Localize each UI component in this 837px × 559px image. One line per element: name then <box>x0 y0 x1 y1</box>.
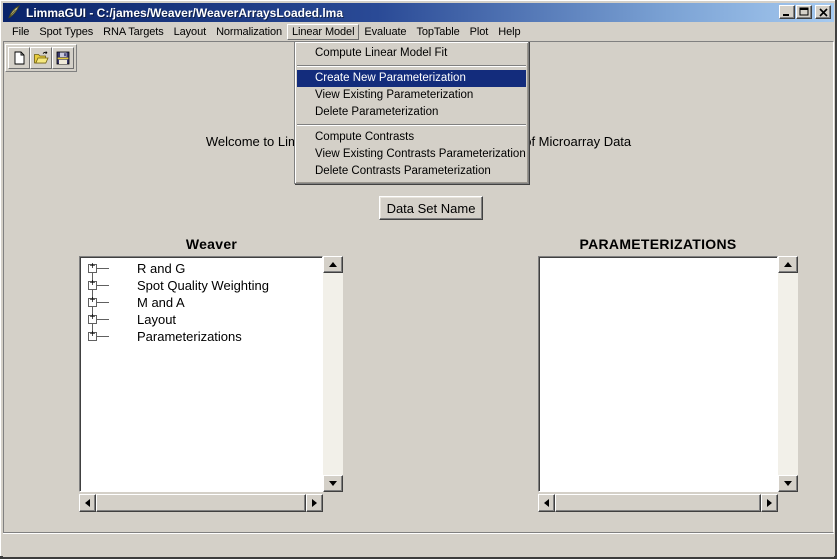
arrow-up-icon <box>784 262 792 267</box>
menu-item-create-new-parameterization[interactable]: Create New Parameterization <box>297 70 526 87</box>
minimize-icon <box>782 7 792 17</box>
weaver-tree-listbox[interactable]: + R and G + Spot Quality Weighting + M a… <box>79 256 323 492</box>
minimize-button[interactable] <box>779 5 795 19</box>
menu-layout[interactable]: Layout <box>169 24 211 40</box>
menu-spot-types[interactable]: Spot Types <box>34 24 98 40</box>
toolbar <box>5 44 77 72</box>
arrow-right-icon <box>312 499 317 507</box>
tree-item-r-and-g[interactable]: + R and G <box>80 260 322 277</box>
menu-item-delete-contrasts-parameterization[interactable]: Delete Contrasts Parameterization <box>297 163 526 180</box>
menu-toptable[interactable]: TopTable <box>411 24 464 40</box>
menu-evaluate[interactable]: Evaluate <box>359 24 411 40</box>
new-file-button[interactable] <box>8 47 30 69</box>
tree-item-parameterizations[interactable]: + Parameterizations <box>80 328 322 345</box>
tree-branch-line <box>97 268 109 269</box>
save-file-button[interactable] <box>52 47 74 69</box>
window-border-left <box>0 0 1 559</box>
scrollbar-thumb[interactable] <box>96 494 306 512</box>
linear-model-dropdown: Compute Linear Model Fit Create New Para… <box>294 41 529 184</box>
scroll-down-button[interactable] <box>323 475 343 492</box>
arrow-left-icon <box>85 499 90 507</box>
right-vertical-scrollbar[interactable] <box>778 256 798 492</box>
new-file-icon <box>11 50 27 66</box>
window-title: LimmaGUI - C:/james/Weaver/WeaverArraysL… <box>26 6 343 20</box>
menu-plot[interactable]: Plot <box>465 24 494 40</box>
tree-branch-line <box>97 336 109 337</box>
menu-item-view-existing-parameterization[interactable]: View Existing Parameterization <box>297 87 526 104</box>
open-folder-icon <box>33 50 49 66</box>
arrow-right-icon <box>767 499 772 507</box>
menu-normalization[interactable]: Normalization <box>211 24 287 40</box>
menu-item-delete-parameterization[interactable]: Delete Parameterization <box>297 104 526 121</box>
scroll-up-button[interactable] <box>323 256 343 273</box>
parameterizations-listbox[interactable] <box>538 256 778 492</box>
expand-plus-icon[interactable]: + <box>88 315 97 324</box>
menu-help[interactable]: Help <box>493 24 525 40</box>
right-horizontal-scrollbar[interactable] <box>538 494 778 512</box>
close-button[interactable] <box>815 5 831 19</box>
menu-bar: File Spot Types RNA Targets Layout Norma… <box>3 22 834 41</box>
scroll-up-button[interactable] <box>778 256 798 273</box>
tree-item-label: Spot Quality Weighting <box>137 278 269 293</box>
menu-separator <box>297 65 526 67</box>
menu-rna-targets[interactable]: RNA Targets <box>98 24 168 40</box>
tk-feather-icon <box>6 5 22 20</box>
scroll-right-button[interactable] <box>306 494 323 512</box>
menu-item-view-existing-contrasts-parameterization[interactable]: View Existing Contrasts Parameterization <box>297 146 526 163</box>
scrollbar-trough[interactable] <box>778 273 798 475</box>
tree-item-spot-quality-weighting[interactable]: + Spot Quality Weighting <box>80 277 322 294</box>
scrollbar-thumb[interactable] <box>555 494 761 512</box>
scroll-down-button[interactable] <box>778 475 798 492</box>
window-controls <box>779 5 831 19</box>
menu-linear-model[interactable]: Linear Model <box>287 24 359 40</box>
tree-branch-line <box>97 285 109 286</box>
tree-item-label: R and G <box>137 261 185 276</box>
expand-plus-icon[interactable]: + <box>88 264 97 273</box>
tree-branch-line <box>97 302 109 303</box>
scrollbar-trough[interactable] <box>323 273 343 475</box>
arrow-up-icon <box>329 262 337 267</box>
arrow-down-icon <box>329 481 337 486</box>
maximize-button[interactable] <box>796 5 812 19</box>
left-panel-title: Weaver <box>79 236 344 252</box>
save-floppy-icon <box>55 50 71 66</box>
menu-file[interactable]: File <box>7 24 34 40</box>
tree-item-m-and-a[interactable]: + M and A <box>80 294 322 311</box>
scroll-left-button[interactable] <box>538 494 555 512</box>
tree-item-label: M and A <box>137 295 185 310</box>
arrow-down-icon <box>784 481 792 486</box>
data-set-name-button[interactable]: Data Set Name <box>379 196 483 220</box>
menu-item-compute-linear-model-fit[interactable]: Compute Linear Model Fit <box>297 45 526 62</box>
expand-plus-icon[interactable]: + <box>88 332 97 341</box>
left-vertical-scrollbar[interactable] <box>323 256 343 492</box>
scroll-right-button[interactable] <box>761 494 778 512</box>
menu-separator <box>297 124 526 126</box>
tree-item-layout[interactable]: + Layout <box>80 311 322 328</box>
expand-plus-icon[interactable]: + <box>88 298 97 307</box>
tree-item-label: Layout <box>137 312 176 327</box>
left-horizontal-scrollbar[interactable] <box>79 494 323 512</box>
tree-item-label: Parameterizations <box>137 329 242 344</box>
tree-branch-line <box>97 319 109 320</box>
bottom-strip <box>3 533 834 557</box>
arrow-left-icon <box>544 499 549 507</box>
title-bar[interactable]: LimmaGUI - C:/james/Weaver/WeaverArraysL… <box>3 3 834 22</box>
scroll-left-button[interactable] <box>79 494 96 512</box>
open-file-button[interactable] <box>30 47 52 69</box>
window-border-top <box>0 0 837 1</box>
expand-plus-icon[interactable]: + <box>88 281 97 290</box>
maximize-icon <box>799 7 809 17</box>
right-panel-title: PARAMETERIZATIONS <box>538 236 778 252</box>
close-icon <box>819 8 828 17</box>
menu-item-compute-contrasts[interactable]: Compute Contrasts <box>297 129 526 146</box>
